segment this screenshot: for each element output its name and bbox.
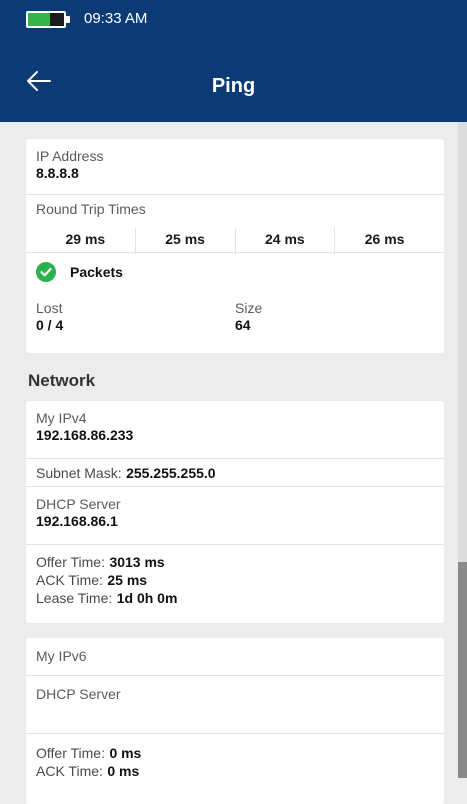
ipv4-card: My IPv4 192.168.86.233 Subnet Mask: 255.… xyxy=(26,401,444,623)
ipv6-ack-time-line: ACK Time: 0 ms xyxy=(36,763,434,781)
ipv4-value: 192.168.86.233 xyxy=(36,427,134,443)
check-circle-icon xyxy=(36,262,56,282)
rtt-value: 24 ms xyxy=(236,228,336,254)
round-trip-row: Round Trip Times 29 ms 25 ms 24 ms 26 ms xyxy=(26,195,444,254)
ipv4-row: My IPv4 192.168.86.233 xyxy=(26,401,444,459)
lease-time-line: Lease Time: 1d 0h 0m xyxy=(36,590,434,608)
ipv6-timing-row: Offer Time: 0 ms ACK Time: 0 ms xyxy=(26,734,444,804)
scrollbar-thumb[interactable] xyxy=(458,562,467,778)
status-bar: 09:33 AM xyxy=(0,0,467,38)
dhcp-server-label: DHCP Server xyxy=(36,496,121,512)
size-value: 64 xyxy=(235,317,251,333)
packets-lost: Lost 0 / 4 xyxy=(36,300,235,334)
offer-time-line: Offer Time: 3013 ms xyxy=(36,554,434,572)
ack-time-label: ACK Time: xyxy=(36,572,103,588)
lost-label: Lost xyxy=(36,300,63,316)
rtt-value: 25 ms xyxy=(136,228,236,254)
packets-header: Packets xyxy=(36,255,434,289)
ipv6-offer-time-line: Offer Time: 0 ms xyxy=(36,745,434,763)
ipv6-dhcp-server-label: DHCP Server xyxy=(36,686,121,702)
ipv6-ack-time-label: ACK Time: xyxy=(36,763,103,779)
packets-size: Size 64 xyxy=(235,300,434,334)
lease-time-value: 1d 0h 0m xyxy=(116,590,178,606)
ipv6-row: My IPv6 xyxy=(26,638,444,676)
status-time: 09:33 AM xyxy=(84,10,148,27)
battery-tip xyxy=(66,16,70,23)
ack-time-value: 25 ms xyxy=(107,572,148,588)
ipv6-offer-time-value: 0 ms xyxy=(109,745,142,761)
offer-time-label: Offer Time: xyxy=(36,554,105,570)
ipv6-offer-time-label: Offer Time: xyxy=(36,745,105,761)
ipv4-label: My IPv4 xyxy=(36,410,87,426)
page-title: Ping xyxy=(211,75,256,97)
ack-time-line: ACK Time: 25 ms xyxy=(36,572,434,590)
lost-value: 0 / 4 xyxy=(36,317,64,333)
lease-time-label: Lease Time: xyxy=(36,590,113,606)
size-label: Size xyxy=(235,300,263,316)
rtt-value: 29 ms xyxy=(36,228,136,254)
ipv4-timing-row: Offer Time: 3013 ms ACK Time: 25 ms Leas… xyxy=(26,545,444,623)
round-trip-times: 29 ms 25 ms 24 ms 26 ms xyxy=(36,228,434,254)
rtt-value: 26 ms xyxy=(364,231,405,247)
subnet-row: Subnet Mask: 255.255.255.0 xyxy=(26,459,444,487)
ip-address-value: 8.8.8.8 xyxy=(36,165,79,181)
ipv6-ack-time-value: 0 ms xyxy=(107,763,140,779)
ip-address-label: IP Address xyxy=(36,148,104,164)
packets-stats: Lost 0 / 4 Size 64 xyxy=(36,300,434,334)
ping-result-card: IP Address 8.8.8.8 Round Trip Times 29 m… xyxy=(26,139,444,353)
ipv4-dhcp-row: DHCP Server 192.168.86.1 xyxy=(26,487,444,545)
packets-row: Packets Lost 0 / 4 Size 64 xyxy=(26,253,444,353)
battery-level-fill xyxy=(28,13,50,26)
ipv6-card: My IPv6 DHCP Server Offer Time: 0 ms ACK… xyxy=(26,638,444,804)
app-bar: Ping xyxy=(0,38,467,122)
offer-time-value: 3013 ms xyxy=(109,554,165,570)
ipv6-dhcp-row: DHCP Server xyxy=(26,676,444,734)
ipv6-label: My IPv6 xyxy=(36,648,87,664)
battery-icon xyxy=(26,11,66,28)
subnet-value: 255.255.255.0 xyxy=(126,465,216,481)
subnet-label: Subnet Mask: xyxy=(36,465,122,481)
round-trip-label: Round Trip Times xyxy=(36,201,146,217)
content-area: IP Address 8.8.8.8 Round Trip Times 29 m… xyxy=(26,139,444,804)
dhcp-server-value: 192.168.86.1 xyxy=(36,513,118,529)
packets-label: Packets xyxy=(70,263,123,280)
ip-address-row: IP Address 8.8.8.8 xyxy=(26,139,444,195)
network-section-title: Network xyxy=(28,371,96,390)
